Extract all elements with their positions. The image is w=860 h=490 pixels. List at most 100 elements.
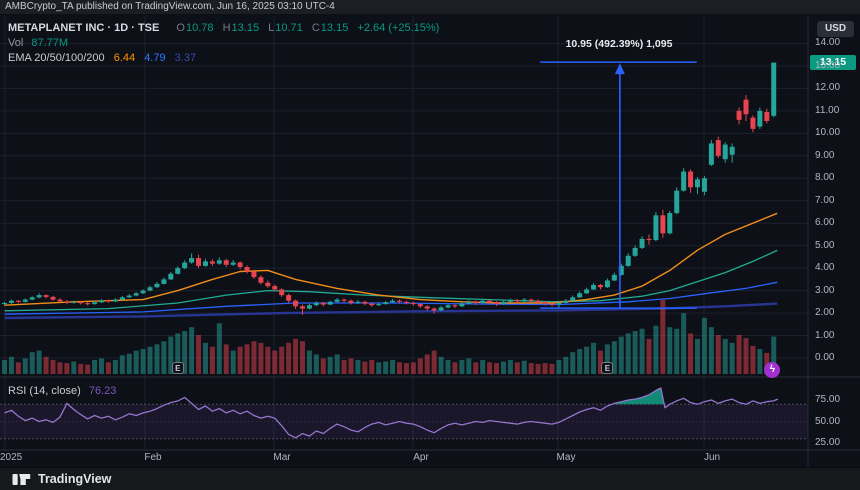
volume-bar [640,329,645,374]
candle-body [480,301,485,303]
volume-bar [452,362,457,374]
volume-bar [411,362,416,374]
candle-body [508,300,513,302]
tradingview-logo-icon[interactable] [12,470,31,489]
volume-bar [584,347,589,374]
volume-bar [570,352,575,374]
volume-bar [314,355,319,375]
candle-body [695,179,700,187]
volume-bar [750,346,755,374]
candle-body [529,300,534,301]
volume-bar [397,362,402,374]
volume-bar [134,351,139,374]
candle-body [272,286,277,289]
candle-body [605,280,610,287]
candle-body [161,279,166,283]
volume-bar [508,360,513,374]
candle-body [439,307,444,310]
candle-body [660,215,665,233]
volume-bar [362,362,367,374]
volume-bar [293,339,298,374]
tradingview-brand[interactable]: TradingView [38,472,111,486]
candle-body [231,263,236,265]
volume-bar [563,357,568,374]
candle-body [640,239,645,248]
candle-body [328,302,333,305]
volume-bar [487,362,492,374]
volume-bar [355,360,360,374]
volume-bar [141,349,146,374]
candle-body [168,274,173,280]
volume-bar [404,363,409,374]
candle-body [633,248,638,256]
candle-body [702,178,707,191]
volume-bar [30,352,35,374]
volume-bar [737,335,742,374]
candle-body [376,304,381,305]
volume-bar [688,333,693,374]
volume-bar [681,313,686,374]
volume-bar [633,331,638,374]
volume-bar [390,360,395,374]
candle-body [141,291,146,294]
candle-body [744,100,749,115]
candle-body [148,287,153,290]
earnings-marker[interactable]: E [601,362,613,374]
candle-body [37,295,42,297]
candle-body [286,295,291,301]
price-chart-canvas[interactable] [0,14,860,466]
volume-bar [44,357,49,374]
volume-bar [709,327,714,374]
candle-body [30,297,35,299]
volume-bar [730,343,735,374]
volume-bar [446,360,451,374]
volume-bar [279,347,284,374]
candle-body [446,305,451,307]
candle-body [113,300,118,302]
candle-body [258,277,263,283]
volume-bar [383,362,388,374]
volume-bar [543,363,548,374]
candle-body [737,111,742,120]
volume-bar [369,360,374,374]
candle-body [404,302,409,303]
candle-body [335,300,340,302]
candle-body [78,302,83,303]
candle-body [321,303,326,305]
candle-body [175,268,180,274]
candle-body [293,301,298,307]
volume-bar [92,360,97,374]
candle-body [196,258,201,266]
candle-body [134,293,139,295]
candle-body [57,300,62,302]
candle-body [203,261,208,265]
candle-body [522,300,527,302]
earnings-marker[interactable]: E [172,362,184,374]
candle-body [418,304,423,306]
volume-bar [695,339,700,374]
volume-bar [501,362,506,374]
candle-body [750,118,755,129]
volume-bar [653,326,658,374]
volume-bar [307,351,312,374]
candle-body [307,305,312,308]
candle-body [99,300,104,302]
candle-body [251,272,256,278]
candle-body [154,284,159,287]
volume-bar [23,358,28,374]
candle-body [51,297,56,300]
candle-body [44,295,49,297]
volume-bar [57,362,62,374]
candle-body [577,293,582,297]
candle-body [674,191,679,213]
volume-bar [577,349,582,374]
volume-bar [161,341,166,374]
volume-bar [85,365,90,374]
candle-body [459,304,464,307]
volume-bar [536,364,541,374]
volume-bar [210,347,215,374]
candle-body [314,303,319,305]
candle-body [688,172,693,188]
volume-bar [757,349,762,374]
volume-bar [71,362,76,374]
